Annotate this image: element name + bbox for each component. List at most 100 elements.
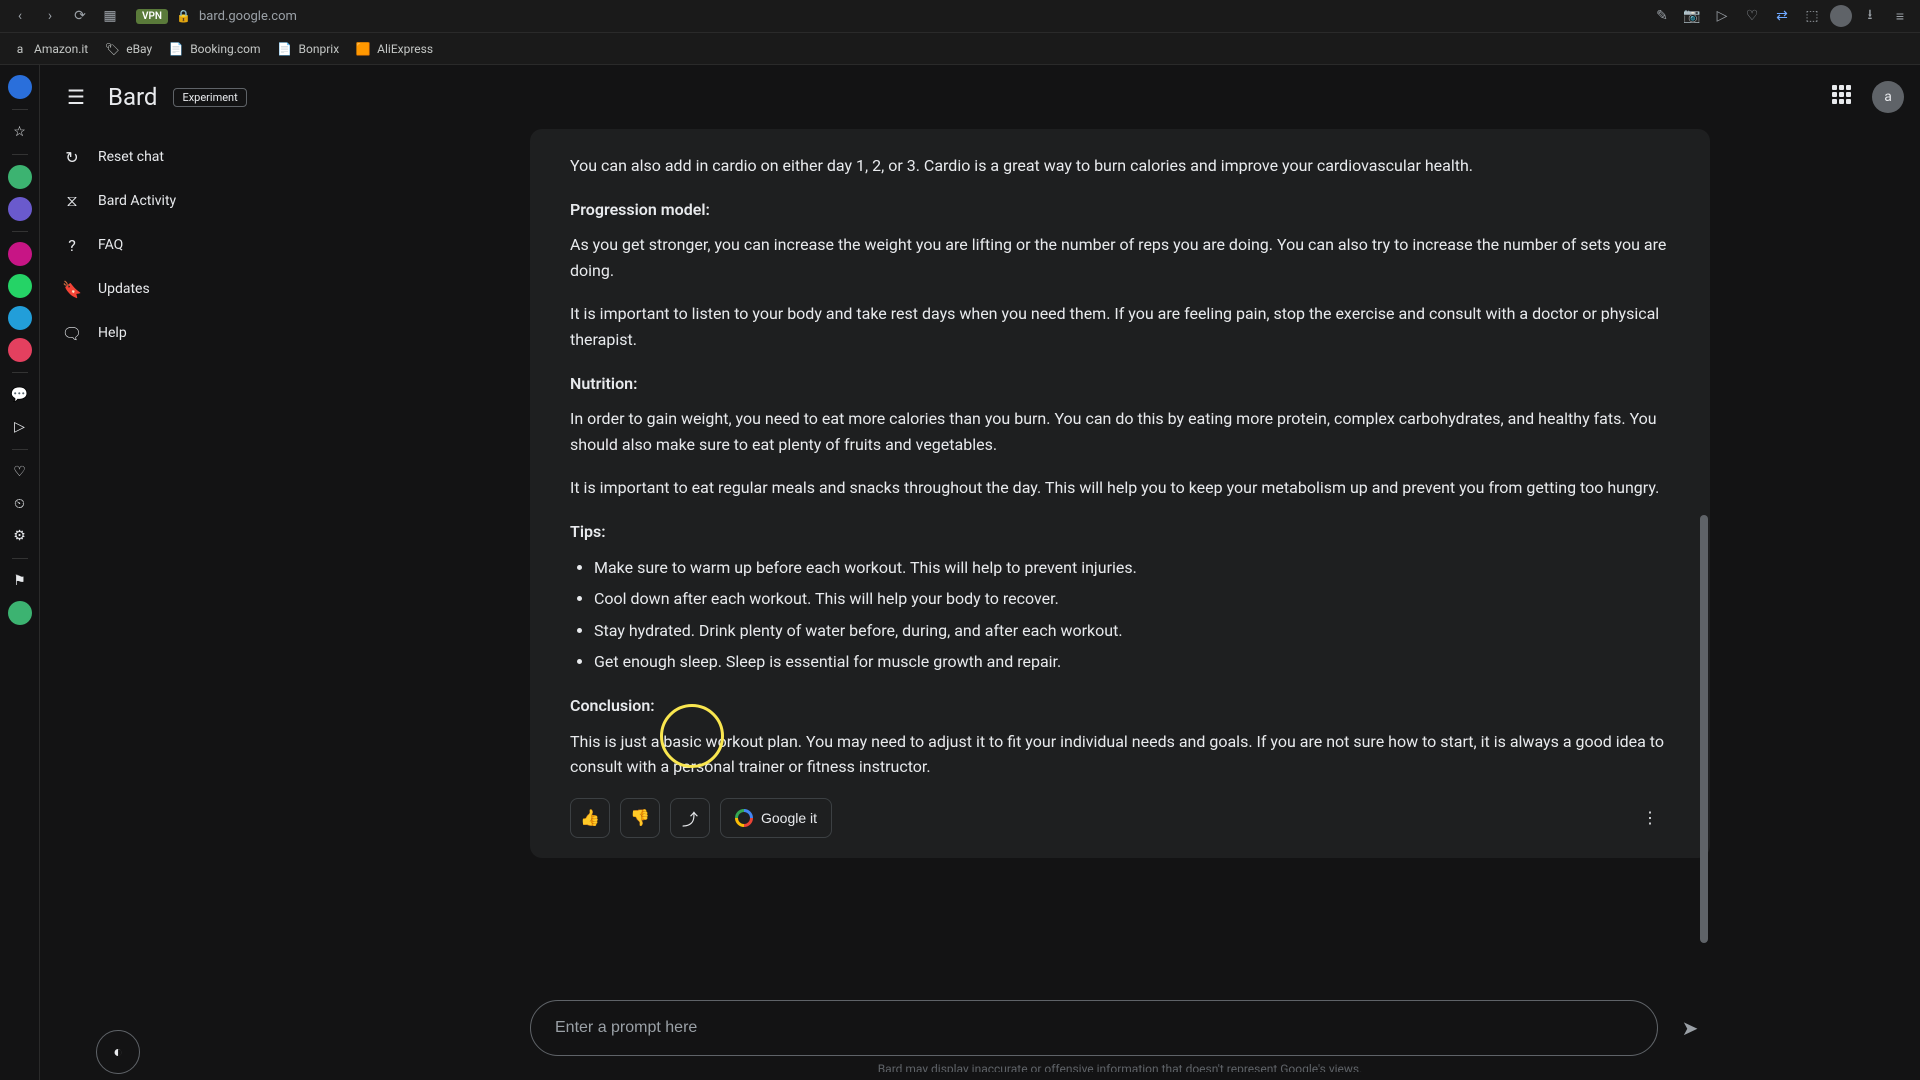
- sidebar-item-faq[interactable]: ? FAQ: [48, 225, 312, 265]
- lock-icon: 🔒: [176, 9, 191, 23]
- forward-button[interactable]: ›: [38, 4, 62, 28]
- rail-app-icon[interactable]: [8, 306, 32, 330]
- bookmark-item[interactable]: 🏷 eBay: [104, 41, 152, 57]
- bard-app: ☰ Bard Experiment a ↻ Reset chat ⧖ Bard …: [40, 65, 1920, 1080]
- cube-icon[interactable]: ⬚: [1800, 4, 1824, 28]
- response-paragraph: This is just a basic workout plan. You m…: [570, 729, 1670, 780]
- bookmarks-bar: a Amazon.it 🏷 eBay 📄 Booking.com 📄 Bonpr…: [0, 33, 1920, 65]
- bookmark-label: Amazon.it: [34, 42, 88, 56]
- feedback-row: 👍 👎 ⤴ Google it ⋮: [570, 798, 1670, 838]
- google-logo-icon: [735, 809, 753, 827]
- theme-toggle-button[interactable]: ◐: [96, 1030, 140, 1074]
- rail-app-icon[interactable]: [8, 601, 32, 625]
- scrollbar-track[interactable]: [1700, 129, 1708, 986]
- heart-icon[interactable]: ♡: [1740, 4, 1764, 28]
- sidebar-item-updates[interactable]: 🔖 Updates: [48, 269, 312, 309]
- list-item: Make sure to warm up before each workout…: [594, 555, 1670, 581]
- rail-settings-icon[interactable]: ⚙: [8, 524, 32, 548]
- rail-send-icon[interactable]: ▷: [8, 415, 32, 439]
- translate-icon[interactable]: ⇄: [1770, 4, 1794, 28]
- scrollbar-thumb[interactable]: [1700, 515, 1708, 944]
- rail-app-icon[interactable]: [8, 274, 32, 298]
- prompt-row: ➤: [530, 1000, 1710, 1056]
- back-button[interactable]: ‹: [8, 4, 32, 28]
- rail-separator: [12, 231, 28, 232]
- sidebar-item-help[interactable]: 🗨 Help: [48, 313, 312, 353]
- list-item: Cool down after each workout. This will …: [594, 586, 1670, 612]
- rail-history-icon[interactable]: ⏲: [8, 492, 32, 516]
- list-item: Stay hydrated. Drink plenty of water bef…: [594, 618, 1670, 644]
- rail-star-icon[interactable]: ☆: [8, 120, 32, 144]
- rail-app-icon[interactable]: [8, 165, 32, 189]
- sidebar: ↻ Reset chat ⧖ Bard Activity ? FAQ 🔖 Upd…: [40, 129, 320, 1080]
- response-paragraph: You can also add in cardio on either day…: [570, 153, 1670, 179]
- bookmark-item[interactable]: 📄 Bonprix: [277, 41, 340, 57]
- rail-separator: [12, 449, 28, 450]
- url-text: bard.google.com: [199, 9, 297, 24]
- menu-icon[interactable]: ≡: [1888, 4, 1912, 28]
- bookmark-favicon: a: [12, 41, 28, 57]
- camera-icon[interactable]: 📷: [1680, 4, 1704, 28]
- tips-list: Make sure to warm up before each workout…: [594, 555, 1670, 675]
- vpn-badge: VPN: [136, 9, 168, 24]
- sidebar-item-activity[interactable]: ⧖ Bard Activity: [48, 181, 312, 221]
- reload-button[interactable]: ⟳: [68, 4, 92, 28]
- main-column: You can also add in cardio on either day…: [320, 129, 1920, 1080]
- bookmark-item[interactable]: 📄 Booking.com: [168, 41, 260, 57]
- address-bar[interactable]: VPN 🔒 bard.google.com: [136, 9, 1644, 24]
- sidebar-item-label: Bard Activity: [98, 193, 176, 209]
- share-button[interactable]: ⤴: [670, 798, 710, 838]
- browser-top-bar: ‹ › ⟳ ▦ VPN 🔒 bard.google.com ✎ 📷 ▷ ♡ ⇄ …: [0, 0, 1920, 33]
- browser-side-rail: ☆ 💬 ▷ ♡ ⏲ ⚙ ⚑: [0, 65, 40, 1080]
- google-it-label: Google it: [761, 810, 817, 826]
- send-button[interactable]: ➤: [1670, 1008, 1710, 1048]
- prompt-input[interactable]: [555, 1019, 1633, 1037]
- disclaimer-text: Bard may display inaccurate or offensive…: [878, 1062, 1363, 1072]
- rail-flag-icon[interactable]: ⚑: [8, 569, 32, 593]
- prompt-box[interactable]: [530, 1000, 1658, 1056]
- more-options-button[interactable]: ⋮: [1630, 798, 1670, 838]
- bookmark-item[interactable]: 🟧 AliExpress: [355, 41, 433, 57]
- sidebar-item-reset-chat[interactable]: ↻ Reset chat: [48, 137, 312, 177]
- thumbs-down-button[interactable]: 👎: [620, 798, 660, 838]
- sidebar-item-label: Help: [98, 325, 127, 341]
- edit-icon[interactable]: ✎: [1650, 4, 1674, 28]
- list-item: Get enough sleep. Sleep is essential for…: [594, 649, 1670, 675]
- response-heading: Progression model:: [570, 200, 710, 219]
- thumbs-up-button[interactable]: 👍: [570, 798, 610, 838]
- rail-app-icon[interactable]: [8, 197, 32, 221]
- updates-icon: 🔖: [62, 279, 82, 299]
- bookmark-label: Booking.com: [190, 42, 260, 56]
- google-it-button[interactable]: Google it: [720, 798, 832, 838]
- account-avatar[interactable]: a: [1872, 81, 1904, 113]
- bookmark-label: Bonprix: [299, 42, 340, 56]
- extensions-icon[interactable]: ▦: [98, 4, 122, 28]
- response-heading: Nutrition:: [570, 374, 637, 393]
- bookmark-favicon: 📄: [277, 41, 293, 57]
- download-icon[interactable]: ⭳: [1858, 4, 1882, 28]
- rail-heart-icon[interactable]: ♡: [8, 460, 32, 484]
- rail-app-icon[interactable]: [8, 338, 32, 362]
- app-header: ☰ Bard Experiment a: [40, 65, 1920, 129]
- conversation-scroll[interactable]: You can also add in cardio on either day…: [530, 129, 1710, 986]
- brand-title: Bard: [108, 83, 157, 111]
- bookmark-item[interactable]: a Amazon.it: [12, 41, 88, 57]
- sidebar-item-label: Reset chat: [98, 149, 164, 165]
- bookmark-label: AliExpress: [377, 42, 433, 56]
- response-paragraph: It is important to eat regular meals and…: [570, 475, 1670, 501]
- rail-app-icon[interactable]: [8, 75, 32, 99]
- app-body: ↻ Reset chat ⧖ Bard Activity ? FAQ 🔖 Upd…: [40, 129, 1920, 1080]
- rail-messages-icon[interactable]: 💬: [8, 383, 32, 407]
- menu-button[interactable]: ☰: [56, 77, 96, 117]
- rail-separator: [12, 558, 28, 559]
- response-card: You can also add in cardio on either day…: [530, 129, 1710, 858]
- help-icon: 🗨: [62, 323, 82, 343]
- profile-avatar[interactable]: [1830, 5, 1852, 27]
- activity-icon: ⧖: [62, 191, 82, 211]
- google-apps-icon[interactable]: [1832, 85, 1856, 109]
- bookmark-favicon: 🏷: [104, 41, 120, 57]
- sidebar-item-label: Updates: [98, 281, 150, 297]
- play-icon[interactable]: ▷: [1710, 4, 1734, 28]
- rail-app-icon[interactable]: [8, 242, 32, 266]
- reset-icon: ↻: [62, 147, 82, 167]
